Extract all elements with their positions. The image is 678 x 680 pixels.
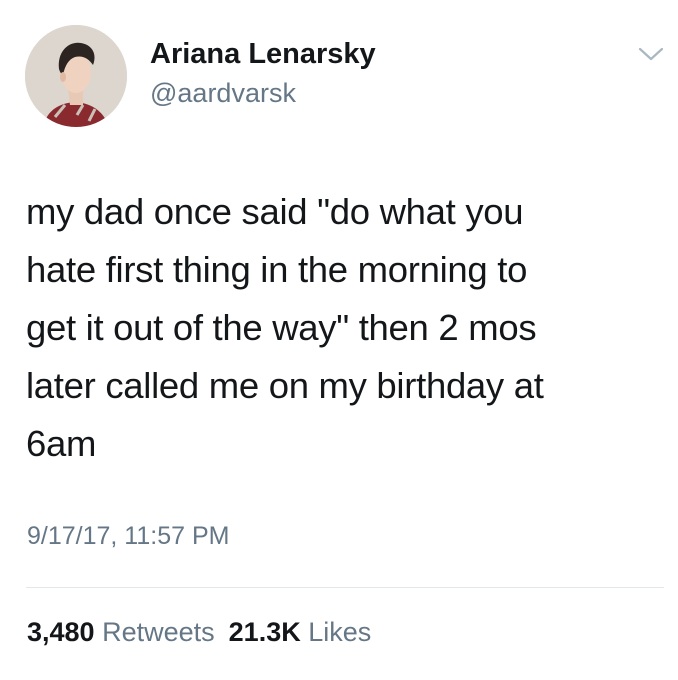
retweets-count: 3,480: [27, 617, 95, 647]
likes-label: Likes: [308, 617, 372, 647]
tweet-text-line: hate first thing in the morning to: [26, 249, 528, 290]
retweets-label: Retweets: [102, 617, 215, 647]
user-handle[interactable]: @aardvarsk: [150, 78, 296, 109]
divider: [26, 587, 664, 588]
likes-count: 21.3K: [228, 617, 301, 647]
tweet-text-line: 6am: [26, 423, 97, 464]
tweet-text-line: my dad once said "do what you: [26, 191, 524, 232]
tweet-text-line: get it out of the way" then 2 mos: [26, 307, 537, 348]
tweet-text: my dad once said "do what you hate first…: [26, 183, 666, 473]
chevron-down-icon[interactable]: [636, 42, 666, 66]
tweet-text-line: later called me on my birthday at: [26, 365, 544, 406]
likes-stat[interactable]: 21.3K Likes: [229, 617, 372, 647]
retweets-stat[interactable]: 3,480 Retweets: [27, 617, 215, 647]
tweet-stats: 3,480 Retweets 21.3K Likes: [27, 617, 385, 648]
avatar[interactable]: [25, 25, 127, 127]
display-name[interactable]: Ariana Lenarsky: [150, 38, 376, 71]
tweet-timestamp[interactable]: 9/17/17, 11:57 PM: [27, 522, 229, 551]
profile-photo-icon: [25, 25, 127, 127]
tweet-card: Ariana Lenarsky @aardvarsk my dad once s…: [0, 0, 678, 680]
